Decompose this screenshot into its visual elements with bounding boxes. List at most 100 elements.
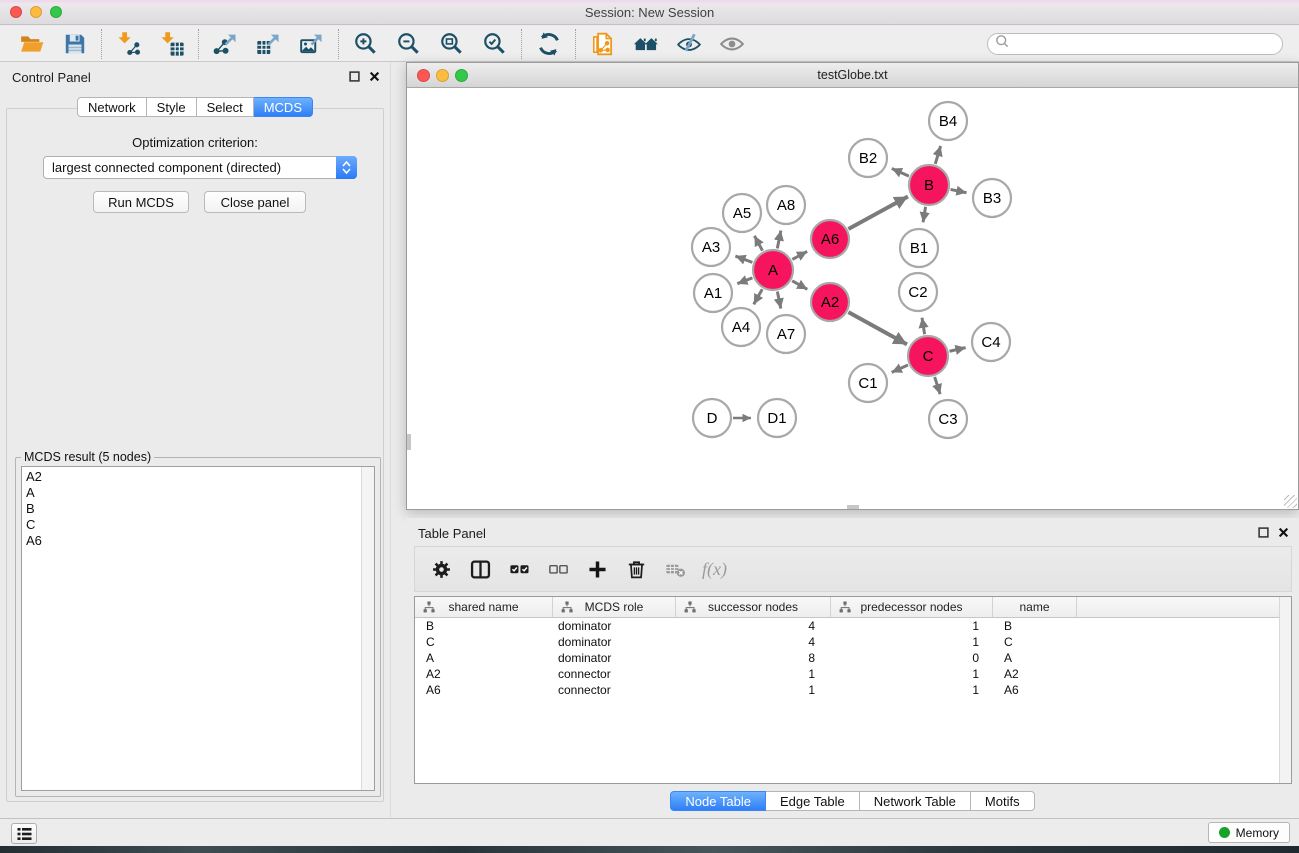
zoom-in-icon[interactable] [344,28,387,60]
graph-node-C2[interactable]: C2 [899,273,937,311]
graph-node-C[interactable]: C [908,336,948,376]
float-table-panel-icon[interactable] [1258,527,1269,538]
graph-edge-C-C3[interactable] [935,377,940,394]
tab-select[interactable]: Select [197,97,254,117]
canvas-vscroll-thumb[interactable] [407,434,411,450]
search-input[interactable] [1009,36,1275,51]
graph-node-B4[interactable]: B4 [929,102,967,140]
graph-node-B1[interactable]: B1 [900,229,938,267]
graph-node-C4[interactable]: C4 [972,323,1010,361]
graph-node-A[interactable]: A [753,250,793,290]
task-history-button[interactable] [11,823,37,844]
tab-mcds[interactable]: MCDS [254,97,313,117]
result-item[interactable]: C [26,517,370,533]
tab-network-table[interactable]: Network Table [860,791,971,811]
table-row[interactable]: A6connector11A6 [415,682,1291,698]
graph-edge-A-A3[interactable] [735,256,752,262]
graph-edge-A2-C[interactable] [848,312,907,344]
graph-edge-B-B4[interactable] [935,146,940,164]
network-close-button[interactable] [417,69,430,82]
result-item[interactable]: A2 [26,469,370,485]
graph-node-A7[interactable]: A7 [767,315,805,353]
table-row[interactable]: A2connector11A2 [415,666,1291,682]
graph-node-A3[interactable]: A3 [692,228,730,266]
table-row[interactable]: Adominator80A [415,650,1291,666]
graph-edge-B-B2[interactable] [892,169,909,177]
graph-edge-A-A8[interactable] [777,230,781,248]
column-header-predecessor-nodes[interactable]: predecessor nodes [831,597,993,617]
tab-style[interactable]: Style [147,97,197,117]
graph-edge-A-A7[interactable] [777,292,780,309]
graph-node-A8[interactable]: A8 [767,186,805,224]
column-header-name[interactable]: name [993,597,1077,617]
table-scrollbar[interactable] [1279,597,1291,783]
network-minimize-button[interactable] [436,69,449,82]
run-mcds-button[interactable]: Run MCDS [93,191,189,213]
minimize-window-button[interactable] [30,6,42,18]
add-row-icon[interactable] [585,557,609,581]
network-canvas[interactable]: A A1 A2 A3 A4 A5 A6 A7 A8 B B1 B2 B3 B4 C C1 C2 C3 C4 D D1 [407,89,1298,509]
close-table-panel-icon[interactable] [1278,527,1289,538]
float-panel-icon[interactable] [349,71,360,82]
tab-motifs[interactable]: Motifs [971,791,1035,811]
export-network-icon[interactable] [204,28,247,60]
tab-edge-table[interactable]: Edge Table [766,791,860,811]
graph-edge-C-C4[interactable] [949,348,965,352]
memory-button[interactable]: Memory [1208,822,1290,843]
graph-node-D1[interactable]: D1 [758,399,796,437]
search-box[interactable] [987,33,1283,55]
table-row[interactable]: Cdominator41C [415,634,1291,650]
graph-node-A2[interactable]: A2 [811,283,849,321]
table-row[interactable]: Bdominator41B [415,618,1291,634]
graph-node-A5[interactable]: A5 [723,194,761,232]
graph-edge-A-A4[interactable] [754,289,763,304]
open-file-icon[interactable] [10,28,53,60]
graph-edge-C-C1[interactable] [892,365,908,372]
graph-node-C1[interactable]: C1 [849,364,887,402]
result-item[interactable]: A6 [26,533,370,549]
graph-node-A4[interactable]: A4 [722,308,760,346]
graph-edge-A-A2[interactable] [792,281,807,290]
close-panel-icon[interactable] [369,71,380,82]
resize-grip[interactable] [1284,495,1297,508]
graph-node-A6[interactable]: A6 [811,220,849,258]
graph-node-B2[interactable]: B2 [849,139,887,177]
result-list-scrollbar[interactable] [361,467,374,790]
graph-edge-A-A6[interactable] [792,251,807,259]
optimization-criterion-select[interactable]: largest connected component (directed) [43,156,357,179]
column-header-shared-name[interactable]: shared name [415,597,553,617]
split-view-icon[interactable] [468,557,492,581]
graph-edge-C-C2[interactable] [922,318,925,335]
zoom-out-icon[interactable] [387,28,430,60]
export-table-icon[interactable] [247,28,290,60]
graph-node-A1[interactable]: A1 [694,274,732,312]
tab-network[interactable]: Network [77,97,147,117]
result-item[interactable]: A [26,485,370,501]
save-session-icon[interactable] [53,28,96,60]
graph-edge-A6-B[interactable] [848,196,907,228]
graph-edge-B-B3[interactable] [951,189,967,192]
graph-node-B3[interactable]: B3 [973,179,1011,217]
close-window-button[interactable] [10,6,22,18]
show-all-icon[interactable] [710,28,753,60]
graph-edge-A-A5[interactable] [754,236,762,251]
graph-node-D[interactable]: D [693,399,731,437]
new-network-from-selection-icon[interactable] [581,28,624,60]
graph-node-B[interactable]: B [909,165,949,205]
export-image-icon[interactable] [290,28,333,60]
hide-selected-icon[interactable] [667,28,710,60]
graph-node-C3[interactable]: C3 [929,400,967,438]
network-maximize-button[interactable] [455,69,468,82]
maximize-window-button[interactable] [50,6,62,18]
graph-edge-A-A1[interactable] [737,278,752,284]
settings-icon[interactable] [429,557,453,581]
column-header-MCDS-role[interactable]: MCDS role [553,597,676,617]
deselect-all-icon[interactable] [546,557,570,581]
delete-row-icon[interactable] [624,557,648,581]
tab-node-table[interactable]: Node Table [670,791,766,811]
refresh-layout-icon[interactable] [527,28,570,60]
column-header-successor-nodes[interactable]: successor nodes [676,597,831,617]
zoom-fit-icon[interactable] [430,28,473,60]
import-network-icon[interactable] [107,28,150,60]
canvas-hscroll-thumb[interactable] [847,505,859,509]
